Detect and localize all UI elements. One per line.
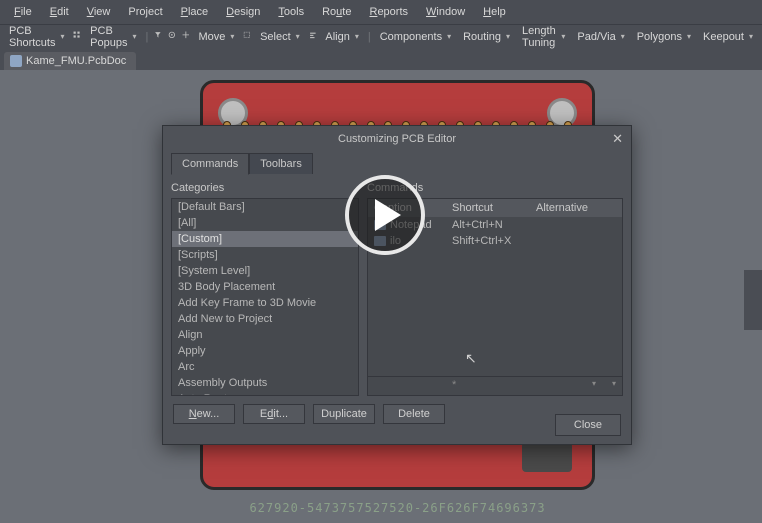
move-cross-icon[interactable] <box>182 30 190 44</box>
category-item[interactable]: Assembly Outputs <box>172 375 358 391</box>
col-shortcut[interactable]: Shortcut <box>446 199 530 217</box>
category-item[interactable]: [System Level] <box>172 263 358 279</box>
menu-tools[interactable]: Tools <box>270 3 312 21</box>
category-item[interactable]: [All] <box>172 215 358 231</box>
customize-dialog: Customizing PCB Editor ✕ Commands Toolba… <box>162 125 632 445</box>
menu-window[interactable]: Window <box>418 3 473 21</box>
video-play-button[interactable] <box>345 175 425 255</box>
new-button[interactable]: New... <box>173 404 235 424</box>
edit-button[interactable]: Edit... <box>243 404 305 424</box>
col-alternative[interactable]: Alternative <box>530 199 622 217</box>
tb-pcb-popups[interactable]: PCB Popups <box>87 25 139 49</box>
document-tab-label: Kame_FMU.PcbDoc <box>26 55 126 67</box>
tb-align[interactable]: Align <box>322 31 361 43</box>
document-tab-strip: Kame_FMU.PcbDoc <box>0 48 762 70</box>
menu-design[interactable]: Design <box>218 3 268 21</box>
menu-file[interactable]: File <box>6 3 40 21</box>
align-icon[interactable] <box>309 30 317 44</box>
category-item[interactable]: [Custom] <box>172 231 358 247</box>
category-item[interactable]: Add Key Frame to 3D Movie <box>172 295 358 311</box>
tb-routing[interactable]: Routing <box>460 31 513 43</box>
dialog-title: Customizing PCB Editor <box>338 133 456 145</box>
tb-length-tuning[interactable]: Length Tuning <box>519 25 568 49</box>
category-item[interactable]: Align <box>172 327 358 343</box>
cursor-icon: ↖ <box>465 350 477 367</box>
category-item[interactable]: 3D Body Placement <box>172 279 358 295</box>
menu-edit[interactable]: Edit <box>42 3 77 21</box>
pcb-hash-text: 627920-5473757527520-26F626F74696373 <box>200 501 595 515</box>
select-rect-icon[interactable] <box>243 30 251 44</box>
tb-polygons[interactable]: Polygons <box>634 31 694 43</box>
document-tab[interactable]: Kame_FMU.PcbDoc <box>4 52 136 70</box>
pcb-doc-icon <box>10 55 22 67</box>
tab-toolbars[interactable]: Toolbars <box>249 153 313 174</box>
grid-icon[interactable] <box>73 30 81 44</box>
right-panel-tab[interactable] <box>744 270 762 330</box>
menu-project[interactable]: Project <box>120 3 170 21</box>
category-item[interactable]: Arc <box>172 359 358 375</box>
commands-footer: * <box>368 376 622 395</box>
category-item[interactable]: Apply <box>172 343 358 359</box>
play-icon <box>375 199 401 231</box>
dialog-close-button[interactable]: ✕ <box>612 131 623 147</box>
footer-dropdown-left[interactable]: * <box>452 379 596 393</box>
categories-heading: Categories <box>171 182 359 194</box>
menu-bar: File Edit View Project Place Design Tool… <box>0 0 762 24</box>
category-item[interactable]: [Scripts] <box>172 247 358 263</box>
tb-components[interactable]: Components <box>377 31 454 43</box>
tb-pad-via[interactable]: Pad/Via <box>574 31 627 43</box>
menu-view[interactable]: View <box>79 3 119 21</box>
tb-pcb-shortcuts[interactable]: PCB Shortcuts <box>6 25 67 49</box>
categories-list[interactable]: [Default Bars][All][Custom][Scripts][Sys… <box>171 198 359 396</box>
chip-icon <box>522 442 572 472</box>
tab-commands[interactable]: Commands <box>171 153 249 175</box>
workspace: 627920-5473757527520-26F626F74696373 Cus… <box>0 70 762 523</box>
menu-reports[interactable]: Reports <box>361 3 416 21</box>
category-item[interactable]: Add New to Project <box>172 311 358 327</box>
filter-icon[interactable] <box>154 30 162 44</box>
target-icon[interactable] <box>168 30 176 44</box>
delete-button[interactable]: Delete <box>383 404 445 424</box>
dialog-title-bar[interactable]: Customizing PCB Editor ✕ <box>163 126 631 152</box>
menu-place[interactable]: Place <box>173 3 217 21</box>
menu-route[interactable]: Route <box>314 3 359 21</box>
tb-keepout[interactable]: Keepout <box>700 31 756 43</box>
dialog-tabs: Commands Toolbars <box>163 152 631 174</box>
menu-help[interactable]: Help <box>475 3 514 21</box>
close-button[interactable]: Close <box>555 414 621 436</box>
tb-move[interactable]: Move <box>195 31 237 43</box>
tb-select[interactable]: Select <box>257 31 303 43</box>
footer-dropdown-right[interactable] <box>596 379 616 393</box>
duplicate-button[interactable]: Duplicate <box>313 404 375 424</box>
category-item[interactable]: [Default Bars] <box>172 199 358 215</box>
toolbar: PCB Shortcuts PCB Popups | Move Select A… <box>0 24 762 48</box>
category-item[interactable]: Auto Route <box>172 391 358 396</box>
